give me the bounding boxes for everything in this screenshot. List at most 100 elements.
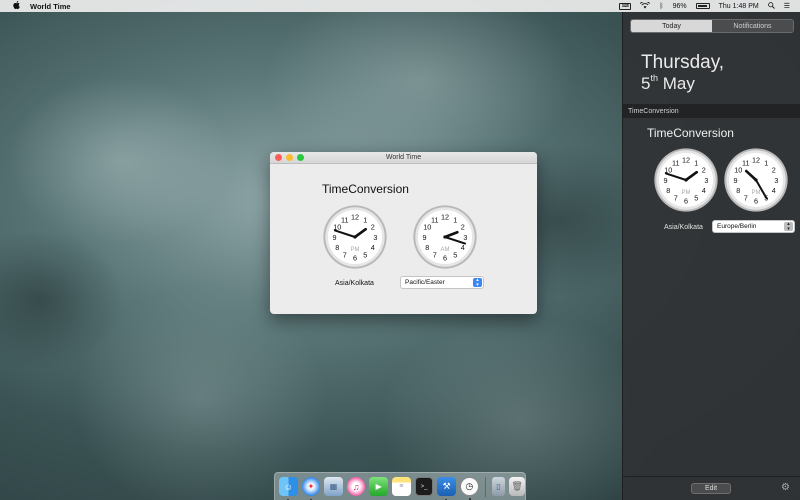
- bluetooth-icon[interactable]: ᛒ: [659, 3, 663, 10]
- clock-numeral: 6: [443, 253, 447, 262]
- nc-date-suffix: th: [650, 73, 658, 83]
- clock-numeral: 6: [754, 196, 758, 205]
- app-name-menu[interactable]: World Time: [30, 2, 71, 11]
- gear-icon[interactable]: ⚙: [781, 482, 790, 493]
- clock-numeral: 10: [734, 166, 742, 175]
- clock-numeral: 1: [764, 158, 768, 167]
- clock-numeral: 11: [742, 158, 750, 167]
- clock-numeral: 1: [453, 215, 457, 224]
- widget-section-header[interactable]: TimeConversion: [623, 104, 800, 118]
- clock-numeral: 4: [371, 243, 375, 252]
- clock-numeral: 8: [666, 186, 670, 195]
- clock-numeral: 7: [433, 251, 437, 260]
- nc-clock-berlin: 123456789101112PM: [723, 147, 789, 213]
- clock-numeral: 8: [335, 243, 339, 252]
- world-time-window: World Time TimeConversion 1 2 3 4 5 6 7 8 9 10 11 1…: [270, 152, 537, 314]
- clock-numeral: 7: [744, 194, 748, 203]
- nc-timezone-select[interactable]: Europe/Berlin ▴ ▾: [712, 220, 795, 233]
- clock-numeral: 11: [431, 215, 439, 224]
- clock-face: 1234567891011 12AM: [413, 205, 477, 269]
- nc-day: Thursday,: [641, 52, 725, 73]
- clock-period: AM: [441, 247, 450, 253]
- nc-timezone-label: Asia/Kolkata: [664, 224, 703, 231]
- clock-numeral: 5: [453, 251, 457, 260]
- edit-button[interactable]: Edit: [691, 483, 731, 494]
- clock-face: 123456789101112PM: [654, 148, 718, 212]
- clock-numeral: 3: [704, 176, 708, 185]
- clock-pacific-easter: 1 2 3 4 5 6 7 8 9 10 11 12 AM: [412, 204, 478, 270]
- clock-numeral: 3: [774, 176, 778, 185]
- timezone-select-value: Pacific/Easter: [405, 279, 445, 286]
- clock-numeral: 12: [351, 213, 359, 222]
- battery-percent[interactable]: 96%: [673, 3, 687, 10]
- clock-numeral: 7: [674, 194, 678, 203]
- simulator-icon[interactable]: ▯: [491, 477, 506, 496]
- clock-numeral: 2: [371, 223, 375, 232]
- clock-period: PM: [682, 190, 691, 196]
- wifi-icon[interactable]: [640, 0, 651, 11]
- safari-icon[interactable]: ✦: [301, 477, 321, 500]
- trash-icon[interactable]: 🗑: [509, 477, 525, 496]
- widget-heading: TimeConversion: [322, 182, 409, 196]
- clock-numeral: 5: [363, 251, 367, 260]
- nc-tab-bar: Today Notifications: [630, 19, 794, 33]
- clock-numeral: 5: [694, 194, 698, 203]
- menu-bar: World Time ⌨ ᛒ 96% Thu 1:48 PM ☰: [0, 0, 800, 12]
- clock-numeral: 11: [672, 158, 680, 167]
- nc-widget-title: TimeConversion: [647, 126, 734, 140]
- clock-numeral: 3: [463, 233, 467, 242]
- clock-numeral: 10: [423, 223, 431, 232]
- tab-notifications[interactable]: Notifications: [712, 20, 793, 32]
- itunes-icon[interactable]: ♫: [346, 477, 366, 496]
- clock-numeral: 8: [425, 243, 429, 252]
- dock: ☺ ✦ ▦ ♫ ▶ ≡ >_ ⚒ ◷ ▯ 🗑: [274, 472, 526, 500]
- clock-numeral: 6: [353, 253, 357, 262]
- window-titlebar[interactable]: World Time: [270, 152, 537, 164]
- nc-timezone-select-value: Europe/Berlin: [717, 223, 757, 230]
- clock-numeral: 2: [461, 223, 465, 232]
- nc-bottom-bar: Edit ⚙: [623, 476, 800, 500]
- clock-numeral: 1: [363, 215, 367, 224]
- nc-date-month: May: [662, 74, 695, 93]
- clock-numeral: 12: [441, 213, 449, 222]
- clock-numeral: 1: [694, 158, 698, 167]
- clock-numeral: 12: [752, 156, 760, 165]
- clock-numeral: 11: [341, 215, 349, 224]
- clock-numeral: 9: [734, 176, 738, 185]
- timezone-select[interactable]: Pacific/Easter ▴ ▾: [400, 276, 484, 289]
- nc-clock-kolkata: 1 2 3 4 5 6 7 8 9 10 11 12 PM: [653, 147, 719, 213]
- clock-icon[interactable]: ◷: [459, 477, 479, 500]
- menubar-clock[interactable]: Thu 1:48 PM: [719, 3, 759, 10]
- clock-numeral: 4: [702, 186, 706, 195]
- keyboard-icon[interactable]: ⌨: [619, 2, 632, 10]
- apple-icon[interactable]: [12, 1, 20, 11]
- chevron-updown-icon: ▴ ▾: [784, 222, 793, 231]
- facetime-icon[interactable]: ▶: [369, 477, 389, 496]
- finder-icon[interactable]: ☺: [279, 477, 298, 500]
- search-icon[interactable]: [767, 1, 775, 11]
- tab-today[interactable]: Today: [631, 20, 712, 32]
- chevron-updown-icon: ▴ ▾: [473, 278, 482, 287]
- terminal-icon[interactable]: >_: [414, 477, 434, 496]
- clock-numeral: 9: [333, 233, 337, 242]
- preview-icon[interactable]: ▦: [324, 477, 343, 496]
- battery-icon[interactable]: [695, 3, 710, 9]
- clock-numeral: 12: [682, 156, 690, 165]
- clock-numeral: 9: [423, 233, 427, 242]
- clock-period: PM: [351, 247, 360, 253]
- nc-date: 5th May: [641, 73, 695, 94]
- clock-numeral: 8: [736, 186, 740, 195]
- xcode-icon[interactable]: ⚒: [437, 477, 456, 500]
- clock-numeral: 2: [702, 166, 706, 175]
- notification-center: Today Notifications Thursday, 5th May Ti…: [622, 12, 800, 500]
- clock-face: 123456789101112PM: [724, 148, 788, 212]
- clock-numeral: 4: [772, 186, 776, 195]
- clock-numeral: 2: [772, 166, 776, 175]
- clock-kolkata: 1 2 3 4 5 6 7 8 9 10 11 12 PM: [322, 204, 388, 270]
- menu-list-icon[interactable]: ☰: [784, 2, 790, 10]
- clock-numeral: 9: [664, 176, 668, 185]
- clock-numeral: 6: [684, 196, 688, 205]
- clock-numeral: 4: [461, 243, 465, 252]
- clock-numeral: 7: [343, 251, 347, 260]
- notes-icon[interactable]: ≡: [392, 477, 411, 496]
